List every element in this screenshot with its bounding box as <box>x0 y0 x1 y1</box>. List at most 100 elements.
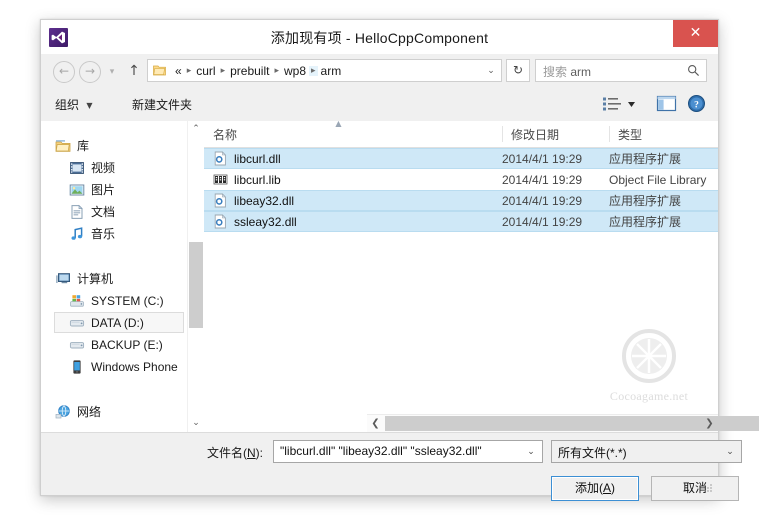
search-placeholder: 搜索 arm <box>543 63 591 80</box>
column-header-name[interactable]: 名称 ▲ <box>204 120 502 147</box>
forward-button[interactable]: → <box>79 61 101 83</box>
breadcrumb-item-curl[interactable]: curl <box>193 64 218 78</box>
video-icon <box>69 160 85 176</box>
organize-menu[interactable]: 组织 ▼ <box>55 96 93 113</box>
library-folder-icon <box>55 138 71 154</box>
breadcrumb-prefix[interactable]: « <box>172 64 185 78</box>
file-date: 2014/4/1 19:29 <box>502 151 583 166</box>
add-label-prefix: 添加( <box>574 481 603 495</box>
sidebar-item-backup-e[interactable]: BACKUP (E:) <box>69 334 163 355</box>
table-row[interactable]: ssleay32.dll 2014/4/1 19:29 应用程序扩展 <box>204 211 718 232</box>
breadcrumb-item-prebuilt[interactable]: prebuilt <box>227 64 272 78</box>
sidebar-item-label: 文档 <box>91 205 116 219</box>
table-row[interactable]: libeay32.dll 2014/4/1 19:29 应用程序扩展 <box>204 190 718 211</box>
filename-label: 文件名(N): <box>207 444 263 461</box>
add-label-key: A <box>602 481 611 495</box>
folder-icon <box>153 64 166 77</box>
sidebar-item-system-c[interactable]: SYSTEM (C:) <box>69 290 164 311</box>
close-button[interactable]: ✕ <box>673 20 718 47</box>
sidebar-item-videos[interactable]: 视频 <box>69 157 115 178</box>
chevron-down-icon[interactable]: ⌄ <box>525 445 537 459</box>
filetype-select[interactable]: 所有文件(*.*) ⌄ <box>551 440 742 463</box>
file-list-horizontal-scrollbar[interactable]: ❮ ❯ <box>367 414 759 432</box>
file-type: 应用程序扩展 <box>609 152 682 166</box>
chevron-down-icon: ▼ <box>86 101 93 111</box>
cancel-button[interactable]: 取消 <box>651 476 739 501</box>
help-button[interactable]: ? <box>687 94 706 113</box>
new-folder-button[interactable]: 新建文件夹 <box>132 96 192 113</box>
sidebar-item-network[interactable]: 网络 <box>55 401 101 422</box>
refresh-icon: ↻ <box>512 63 524 77</box>
sidebar-scrollbar[interactable]: ⌃ ⌄ <box>187 121 204 432</box>
sidebar-item-windows-phone[interactable]: Windows Phone <box>69 356 178 377</box>
resize-grip[interactable] <box>704 482 713 492</box>
breadcrumb: « ▸ curl ▸ prebuilt ▸ wp8 ▸ arm <box>172 60 344 81</box>
dll-icon <box>213 214 228 229</box>
filename-label-suffix: ): <box>255 446 264 460</box>
view-mode-button[interactable] <box>602 94 642 114</box>
column-header-type[interactable]: 类型 <box>609 121 749 147</box>
file-type: 应用程序扩展 <box>609 215 682 229</box>
watermark: Cocoagame.net <box>606 328 692 404</box>
file-name: libcurl.lib <box>234 172 281 187</box>
sidebar-item-data-d[interactable]: DATA (D:) <box>54 312 184 333</box>
sidebar-item-computer[interactable]: 计算机 <box>55 268 113 289</box>
sidebar-item-library[interactable]: 库 <box>55 135 89 156</box>
scroll-up-icon[interactable]: ⌃ <box>188 121 204 138</box>
sidebar-scrollbar-thumb[interactable] <box>189 242 203 328</box>
system-drive-icon <box>69 293 85 309</box>
sidebar-item-label: 视频 <box>91 161 116 175</box>
search-input[interactable]: 搜索 arm <box>535 59 707 82</box>
sidebar-item-documents[interactable]: 文档 <box>69 201 115 222</box>
column-header-label: 名称 <box>213 127 238 142</box>
add-label-suffix: ) <box>611 481 615 495</box>
breadcrumb-item-arm[interactable]: arm <box>318 64 345 78</box>
recent-locations-icon[interactable]: ▾ <box>107 66 117 76</box>
sidebar-item-label: BACKUP (E:) <box>91 337 163 352</box>
refresh-button[interactable]: ↻ <box>506 59 530 82</box>
pictures-icon <box>69 182 85 198</box>
file-rows: libcurl.dll 2014/4/1 19:29 应用程序扩展 libcur… <box>204 148 718 232</box>
sidebar-item-label: 网络 <box>77 405 102 419</box>
column-header-label: 修改日期 <box>511 127 560 142</box>
title-bar: 添加现有项 - HelloCppComponent ✕ <box>41 20 718 54</box>
search-placeholder-scope: arm <box>570 65 592 79</box>
filename-input[interactable]: "libcurl.dll" "libeay32.dll" "ssleay32.d… <box>273 440 543 463</box>
file-name-cell: libeay32.dll <box>213 193 294 208</box>
chevron-down-icon[interactable]: ⌄ <box>724 445 736 459</box>
sidebar-item-label: 音乐 <box>91 227 116 241</box>
add-button[interactable]: 添加(A) <box>551 476 639 501</box>
column-header-date[interactable]: 修改日期 <box>502 121 609 147</box>
documents-icon <box>69 204 85 220</box>
phone-icon <box>69 359 85 375</box>
watermark-text: Cocoagame.net <box>609 389 689 403</box>
file-name: ssleay32.dll <box>234 214 297 229</box>
breadcrumb-item-wp8[interactable]: wp8 <box>281 64 309 78</box>
up-button[interactable]: ↑ <box>125 62 143 80</box>
music-icon <box>69 226 85 242</box>
table-row[interactable]: libcurl.dll 2014/4/1 19:29 应用程序扩展 <box>204 148 718 169</box>
sidebar-item-label: DATA (D:) <box>91 315 144 330</box>
network-icon <box>55 404 71 420</box>
command-toolbar: 组织 ▼ 新建文件夹 ? <box>41 88 718 122</box>
table-row[interactable]: libcurl.lib 2014/4/1 19:29 Object File L… <box>204 169 718 190</box>
lib-icon <box>213 172 228 187</box>
svg-text:?: ? <box>694 100 699 110</box>
scroll-down-icon[interactable]: ⌄ <box>188 415 204 432</box>
sidebar-item-music[interactable]: 音乐 <box>69 223 115 244</box>
sidebar-item-pictures[interactable]: 图片 <box>69 179 115 200</box>
computer-icon <box>55 271 71 287</box>
navigation-bar: ← → ▾ ↑ « ▸ curl ▸ prebuilt ▸ wp8 ▸ arm … <box>41 54 718 88</box>
breadcrumb-separator-active[interactable]: ▸ <box>309 65 318 76</box>
address-bar[interactable]: « ▸ curl ▸ prebuilt ▸ wp8 ▸ arm ⌄ <box>147 59 502 82</box>
scroll-left-icon[interactable]: ❮ <box>367 415 384 432</box>
column-headers: 名称 ▲ 修改日期 类型 <box>204 120 718 148</box>
drive-icon <box>69 337 85 353</box>
file-date: 2014/4/1 19:29 <box>502 214 583 229</box>
filename-label-prefix: 文件名( <box>207 446 247 460</box>
file-list-pane: 名称 ▲ 修改日期 类型 libcurl.dll 2014/4/1 19:29 … <box>204 120 759 432</box>
back-button[interactable]: ← <box>53 61 75 83</box>
preview-pane-button[interactable] <box>656 94 677 113</box>
chevron-down-icon[interactable]: ⌄ <box>484 64 498 78</box>
scroll-right-icon[interactable]: ❯ <box>701 415 718 432</box>
